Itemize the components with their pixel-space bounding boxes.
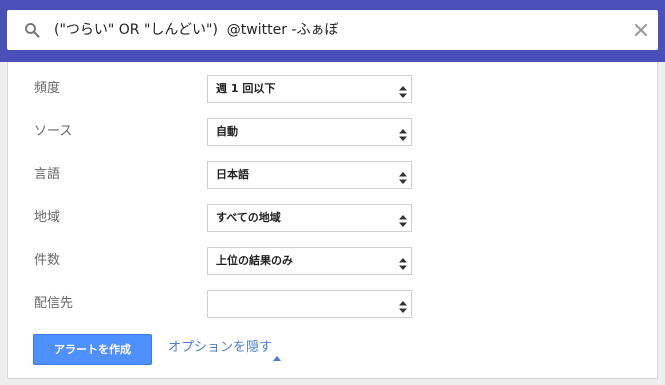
language-label: 言語 <box>34 167 61 182</box>
count-label: 件数 <box>34 253 61 268</box>
frequency-label: 頻度 <box>34 81 61 96</box>
language-value: 日本語 <box>216 168 249 181</box>
select-arrows-icon <box>399 255 407 270</box>
search-icon <box>24 22 40 38</box>
alert-options-panel: 頻度 週 1 回以下 ソース 自動 言語 日本語 地域 すべての地域 件数 上位… <box>7 62 658 379</box>
source-select[interactable]: 自動 <box>207 118 412 146</box>
create-alert-button[interactable]: アラートを作成 <box>33 334 152 365</box>
source-value: 自動 <box>216 125 238 138</box>
hide-options-link[interactable]: オプションを隠す <box>168 340 272 356</box>
deliver-to-select[interactable] <box>207 290 412 318</box>
search-box[interactable]: ("つらい" OR "しんどい") @twitter -ふぁぼ <box>7 10 658 50</box>
deliver-to-label: 配信先 <box>34 296 74 311</box>
search-input[interactable]: ("つらい" OR "しんどい") @twitter -ふぁぼ <box>54 21 339 39</box>
search-header: ("つらい" OR "しんどい") @twitter -ふぁぼ <box>0 0 665 62</box>
select-arrows-icon <box>399 126 407 141</box>
select-arrows-icon <box>399 212 407 227</box>
count-select[interactable]: 上位の結果のみ <box>207 247 412 275</box>
frequency-select[interactable]: 週 1 回以下 <box>207 75 412 103</box>
source-label: ソース <box>34 124 73 139</box>
region-value: すべての地域 <box>216 211 281 224</box>
caret-up-icon[interactable] <box>273 346 281 361</box>
select-arrows-icon <box>399 83 407 98</box>
region-select[interactable]: すべての地域 <box>207 204 412 232</box>
frequency-value: 週 1 回以下 <box>216 82 276 95</box>
count-value: 上位の結果のみ <box>216 254 293 267</box>
select-arrows-icon <box>399 169 407 184</box>
close-icon[interactable] <box>633 22 649 38</box>
region-label: 地域 <box>34 210 61 225</box>
language-select[interactable]: 日本語 <box>207 161 412 189</box>
select-arrows-icon <box>399 298 407 313</box>
